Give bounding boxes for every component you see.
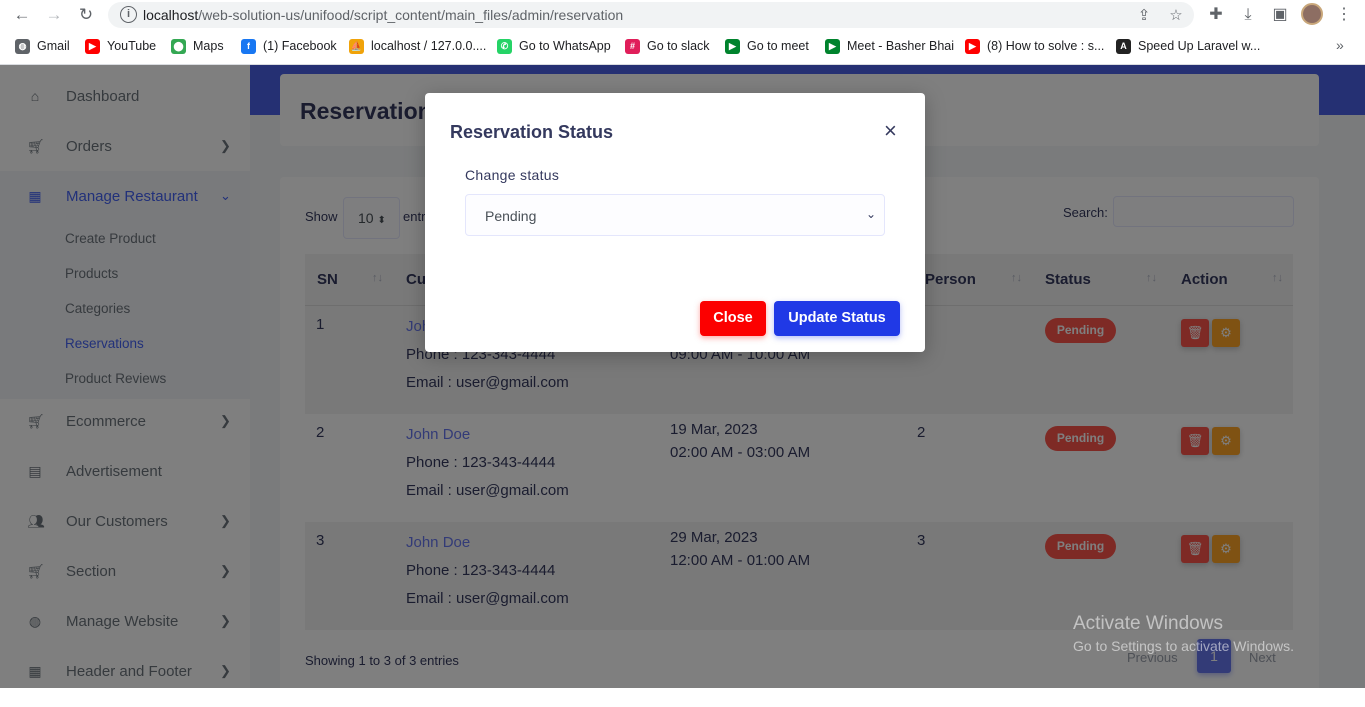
bookmark-label: (8) How to solve : s... bbox=[987, 39, 1105, 53]
forward-icon[interactable]: → bbox=[43, 5, 65, 25]
bookmark-item[interactable]: ⛵ localhost / 127.0.0.... bbox=[349, 37, 486, 55]
share-icon[interactable]: ⇪ bbox=[1134, 6, 1154, 24]
meet-icon: ▶ bbox=[725, 38, 740, 54]
bookmark-item[interactable]: A Speed Up Laravel w... bbox=[1116, 37, 1260, 55]
bookmark-label: Meet - Basher Bhai bbox=[847, 39, 954, 53]
maps-icon: ⬤ bbox=[171, 38, 186, 54]
meet-icon: ▶ bbox=[825, 38, 840, 54]
bookmark-label: Speed Up Laravel w... bbox=[1138, 39, 1261, 53]
bookmarks-bar: ◍ Gmail ▶ YouTube ⬤ Maps f (1) Facebook ⛵ localho… bbox=[0, 34, 1365, 58]
change-status-label: Change status bbox=[465, 167, 560, 183]
extensions-icon[interactable]: ✚ bbox=[1206, 5, 1226, 25]
phpmyadmin-icon: ⛵ bbox=[349, 38, 364, 54]
bookmark-label: Go to WhatsApp bbox=[519, 39, 611, 53]
more-bookmarks-icon[interactable]: » bbox=[1336, 37, 1344, 53]
bookmark-label: Gmail bbox=[37, 39, 70, 53]
status-select[interactable]: Pending ⌄ bbox=[465, 194, 885, 236]
bookmark-item[interactable]: ▶ (8) How to solve : s... bbox=[965, 37, 1104, 55]
bookmark-item[interactable]: ▶ Meet - Basher Bhai bbox=[825, 37, 954, 55]
back-icon[interactable]: ← bbox=[11, 5, 33, 25]
bookmark-item[interactable]: # Go to slack bbox=[625, 37, 710, 55]
reservation-status-modal: Reservation Status × Change status Pendi… bbox=[425, 93, 925, 352]
bookmark-label: Go to slack bbox=[647, 39, 710, 53]
bookmark-item[interactable]: ▶ Go to meet bbox=[725, 37, 809, 55]
bookmark-item[interactable]: f (1) Facebook bbox=[241, 37, 337, 55]
bookmark-item[interactable]: ✆ Go to WhatsApp bbox=[497, 37, 611, 55]
profile-avatar[interactable] bbox=[1301, 3, 1323, 25]
chevron-down-icon: ⌄ bbox=[866, 207, 877, 221]
status-select-value: Pending bbox=[485, 208, 537, 224]
site-info-icon[interactable]: i bbox=[120, 6, 137, 23]
address-row: ← → ↻ i localhost/web-solution-us/unifoo… bbox=[0, 0, 1365, 30]
globe-icon: ◍ bbox=[15, 38, 30, 54]
modal-title: Reservation Status bbox=[450, 122, 614, 142]
bookmark-label: localhost / 127.0.0.... bbox=[371, 39, 487, 53]
youtube-icon: ▶ bbox=[965, 38, 980, 54]
sidepanel-icon[interactable]: ▣ bbox=[1270, 5, 1290, 25]
activate-windows-title: Activate Windows bbox=[1073, 613, 1223, 634]
close-icon[interactable]: × bbox=[884, 120, 897, 142]
update-status-button[interactable]: Update Status bbox=[774, 301, 900, 336]
bookmark-item[interactable]: ▶ YouTube bbox=[85, 37, 156, 55]
activate-windows-subtitle: Go to Settings to activate Windows. bbox=[1073, 638, 1294, 654]
youtube-icon: ▶ bbox=[85, 38, 100, 54]
menu-dots-icon[interactable]: ⋮ bbox=[1334, 5, 1354, 25]
reload-icon[interactable]: ↻ bbox=[75, 5, 97, 25]
url-text[interactable]: localhost/web-solution-us/unifood/script… bbox=[143, 7, 623, 23]
bookmark-label: Maps bbox=[193, 39, 224, 53]
bookmark-label: (1) Facebook bbox=[263, 39, 337, 53]
whatsapp-icon: ✆ bbox=[497, 38, 512, 54]
browser-chrome: ← → ↻ i localhost/web-solution-us/unifoo… bbox=[0, 0, 1365, 65]
bookmark-item[interactable]: ◍ Gmail bbox=[15, 37, 70, 55]
facebook-icon: f bbox=[241, 38, 256, 54]
bookmark-label: Go to meet bbox=[747, 39, 809, 53]
download-icon[interactable]: ⤓ bbox=[1238, 5, 1258, 25]
laravel-icon: A bbox=[1116, 38, 1131, 54]
url-bar[interactable]: i localhost/web-solution-us/unifood/scri… bbox=[108, 2, 1194, 28]
close-button[interactable]: Close bbox=[700, 301, 766, 336]
bookmark-label: YouTube bbox=[107, 39, 157, 53]
star-icon[interactable]: ☆ bbox=[1166, 6, 1186, 24]
slack-icon: # bbox=[625, 38, 640, 54]
bookmark-item[interactable]: ⬤ Maps bbox=[171, 37, 224, 55]
